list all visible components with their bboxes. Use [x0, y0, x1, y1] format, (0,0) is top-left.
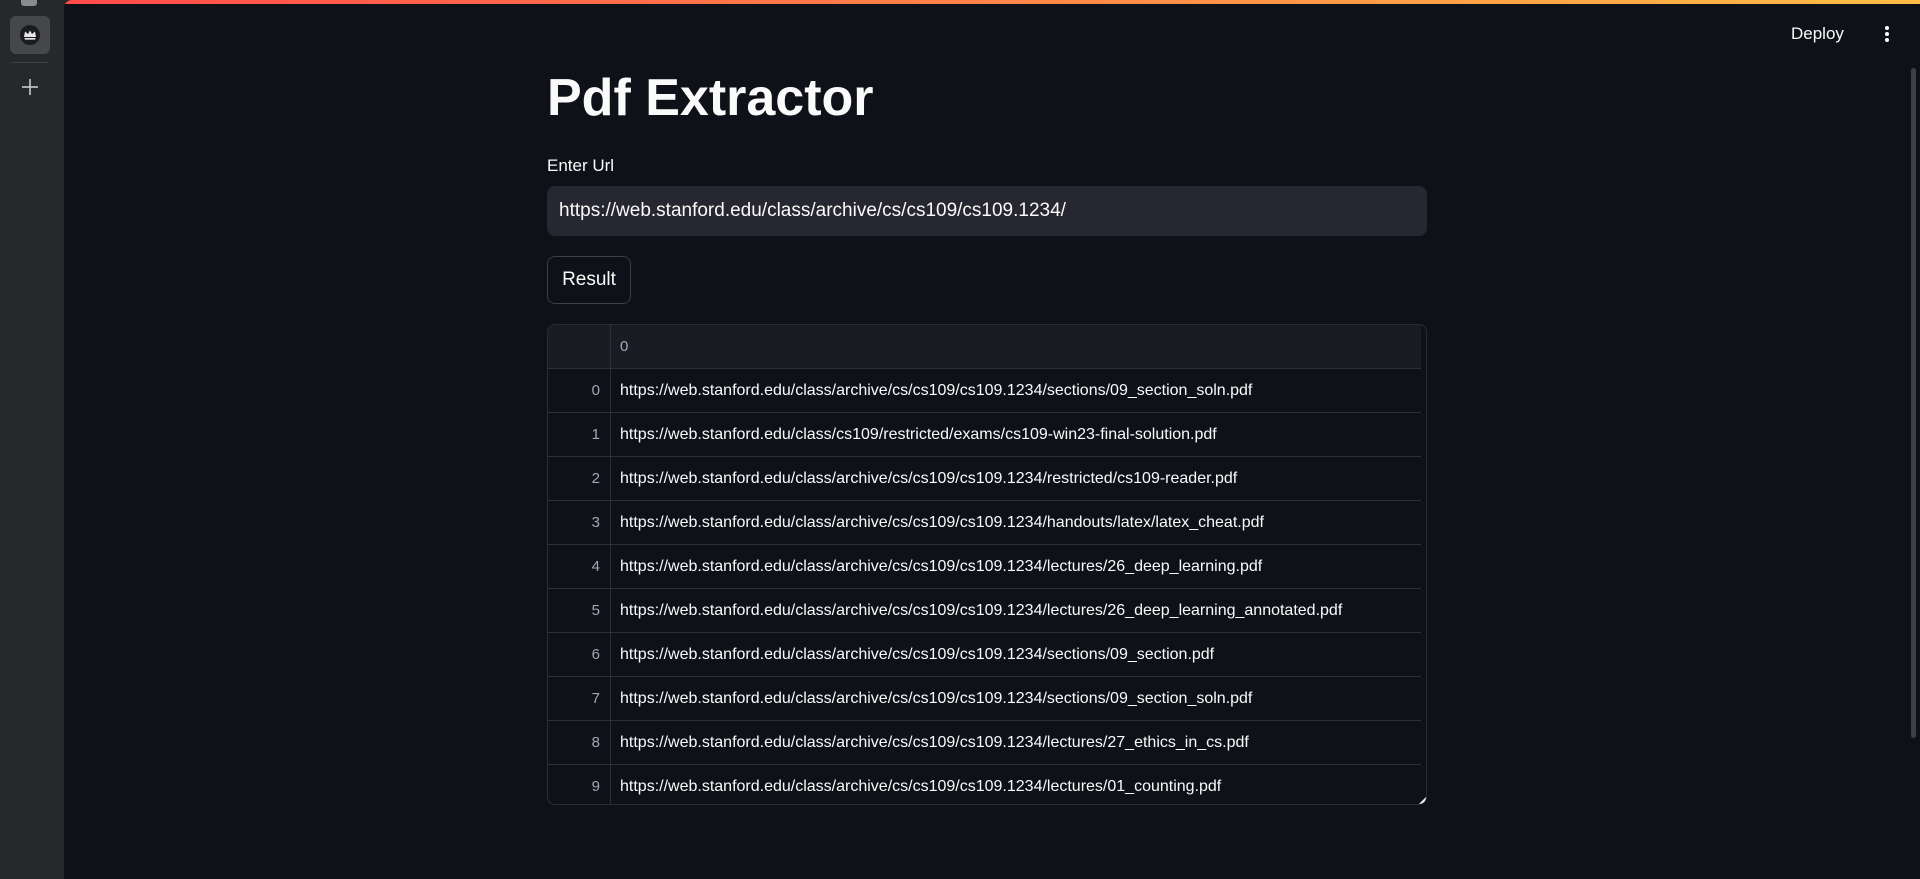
- row-value[interactable]: https://web.stanford.edu/class/archive/c…: [620, 677, 1252, 720]
- row-value[interactable]: https://web.stanford.edu/class/archive/c…: [620, 633, 1214, 676]
- row-value[interactable]: https://web.stanford.edu/class/archive/c…: [620, 721, 1249, 764]
- table-body: 0 https://web.stanford.edu/class/archive…: [548, 369, 1421, 804]
- table-row[interactable]: 5 https://web.stanford.edu/class/archive…: [548, 589, 1421, 633]
- table-row[interactable]: 2 https://web.stanford.edu/class/archive…: [548, 457, 1421, 501]
- row-index: 4: [548, 545, 611, 588]
- app-tab-active[interactable]: [10, 16, 50, 54]
- row-index: 8: [548, 721, 611, 764]
- row-value[interactable]: https://web.stanford.edu/class/archive/c…: [620, 369, 1252, 412]
- scrollbar[interactable]: [1911, 68, 1916, 738]
- page-title: Pdf Extractor: [547, 69, 874, 127]
- table-row[interactable]: 7 https://web.stanford.edu/class/archive…: [548, 677, 1421, 721]
- crown-icon: [20, 25, 40, 45]
- table-row[interactable]: 0 https://web.stanford.edu/class/archive…: [548, 369, 1421, 413]
- page-icon[interactable]: [21, 0, 37, 6]
- add-app-button[interactable]: [17, 74, 43, 100]
- table-row[interactable]: 1 https://web.stanford.edu/class/cs109/r…: [548, 413, 1421, 457]
- more-vertical-icon[interactable]: [1880, 23, 1894, 45]
- table-row[interactable]: 4 https://web.stanford.edu/class/archive…: [548, 545, 1421, 589]
- deploy-button[interactable]: Deploy: [1791, 22, 1844, 46]
- row-index: 0: [548, 369, 611, 412]
- row-index: 1: [548, 413, 611, 456]
- table-row[interactable]: 8 https://web.stanford.edu/class/archive…: [548, 721, 1421, 765]
- row-value[interactable]: https://web.stanford.edu/class/archive/c…: [620, 457, 1237, 500]
- table-row[interactable]: 9 https://web.stanford.edu/class/archive…: [548, 765, 1421, 804]
- plus-icon: [22, 79, 38, 95]
- row-index: 5: [548, 589, 611, 632]
- row-value[interactable]: https://web.stanford.edu/class/archive/c…: [620, 501, 1264, 544]
- url-input-label: Enter Url: [547, 156, 615, 175]
- row-value[interactable]: https://web.stanford.edu/class/cs109/res…: [620, 413, 1217, 456]
- table-header: 0: [548, 325, 1421, 369]
- rail-divider: [11, 62, 49, 63]
- row-index: 7: [548, 677, 611, 720]
- top-decoration-bar: [64, 0, 1920, 4]
- side-rail: [0, 0, 63, 879]
- row-index: 2: [548, 457, 611, 500]
- row-index: 3: [548, 501, 611, 544]
- index-header-cell: [548, 325, 611, 369]
- url-input[interactable]: [547, 186, 1427, 236]
- row-index: 9: [548, 765, 611, 804]
- result-button[interactable]: Result: [547, 256, 631, 304]
- row-value[interactable]: https://web.stanford.edu/class/archive/c…: [620, 589, 1342, 632]
- app-window: Deploy Pdf Extractor Enter Url Result 0 …: [64, 0, 1920, 879]
- row-value[interactable]: https://web.stanford.edu/class/archive/c…: [620, 545, 1262, 588]
- table-row[interactable]: 6 https://web.stanford.edu/class/archive…: [548, 633, 1421, 677]
- results-table[interactable]: 0 0 https://web.stanford.edu/class/archi…: [547, 324, 1427, 805]
- row-index: 6: [548, 633, 611, 676]
- column-header[interactable]: 0: [620, 325, 628, 369]
- table-resize-handle[interactable]: [1419, 796, 1426, 804]
- row-value[interactable]: https://web.stanford.edu/class/archive/c…: [620, 765, 1221, 804]
- table-row[interactable]: 3 https://web.stanford.edu/class/archive…: [548, 501, 1421, 545]
